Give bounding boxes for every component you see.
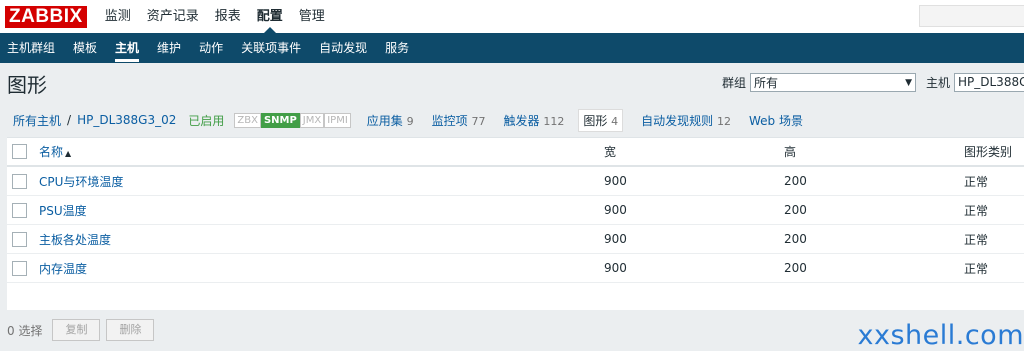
page-header: 图形 群组 所有 ▼ 主机 HP_DL388G3 <box>0 63 1024 103</box>
filters: 群组 所有 ▼ 主机 HP_DL388G3 <box>722 73 1024 92</box>
submenu-hosts[interactable]: 主机 <box>115 33 149 63</box>
copy-button[interactable]: 复制 <box>52 319 101 341</box>
badge-ipmi: IPMI <box>324 112 351 128</box>
table-row: 主板各处温度 900 200 正常 <box>7 225 1024 254</box>
row-checkbox[interactable] <box>12 173 27 189</box>
breadcrumb-host[interactable]: HP_DL388G3_02 <box>77 113 176 127</box>
menu-administration[interactable]: 管理 <box>291 0 333 33</box>
table-header: 名称 ▲ 宽 高 图形类别 <box>7 138 1024 167</box>
graph-type: 正常 <box>964 203 989 218</box>
status-enabled[interactable]: 已启用 <box>188 112 224 129</box>
tab-discovery-rules[interactable]: 自动发现规则 12 <box>641 112 731 129</box>
graphs-table: 名称 ▲ 宽 高 图形类别 CPU与环境温度 900 200 正常 PSU温度 9… <box>7 137 1024 310</box>
main-menu: 监测 资产记录 报表 配置 管理 <box>97 0 333 33</box>
group-label: 群组 <box>721 76 746 90</box>
badge-zbx: ZBX <box>234 112 261 128</box>
graph-name-link[interactable]: CPU与环境温度 <box>39 173 123 190</box>
graph-height: 200 <box>784 203 807 217</box>
submenu-host-groups[interactable]: 主机群组 <box>7 33 65 63</box>
graph-width: 900 <box>604 261 627 275</box>
host-nav: 所有主机 / HP_DL388G3_02 已启用 ZBX SNMP JMX IP… <box>0 103 1024 137</box>
graph-type: 正常 <box>964 174 989 189</box>
graph-name-link[interactable]: 内存温度 <box>39 260 87 277</box>
table-row: 内存温度 900 200 正常 <box>7 254 1024 283</box>
chevron-down-icon: ▼ <box>905 77 912 88</box>
graph-width: 900 <box>604 174 627 188</box>
table-row: PSU温度 900 200 正常 <box>7 196 1024 225</box>
menu-inventory[interactable]: 资产记录 <box>139 0 207 33</box>
sort-asc-icon: ▲ <box>65 149 72 158</box>
select-all-checkbox[interactable] <box>12 144 27 159</box>
submenu-maintenance[interactable]: 维护 <box>157 33 191 63</box>
tab-web-scenarios[interactable]: Web 场景 <box>749 112 803 129</box>
menu-monitoring[interactable]: 监测 <box>97 0 139 33</box>
badge-jmx: JMX <box>299 112 325 128</box>
graph-height: 200 <box>784 232 807 246</box>
group-select-value: 所有 <box>753 76 778 90</box>
submenu-discovery[interactable]: 自动发现 <box>319 33 377 63</box>
column-width: 宽 <box>604 145 617 159</box>
group-select[interactable]: 所有 ▼ <box>749 73 916 92</box>
row-checkbox[interactable] <box>12 231 27 247</box>
breadcrumb-separator: / <box>67 113 72 127</box>
graph-height: 200 <box>784 261 807 275</box>
table-row: CPU与环境温度 900 200 正常 <box>7 167 1024 196</box>
graph-width: 900 <box>604 232 627 246</box>
top-bar: ZABBIX 监测 资产记录 报表 配置 管理 <box>0 0 1024 33</box>
badge-snmp: SNMP <box>260 112 300 128</box>
selected-count: 0 选择 <box>7 323 43 338</box>
host-select[interactable]: HP_DL388G3 <box>954 73 1024 92</box>
submenu-actions[interactable]: 动作 <box>199 33 233 63</box>
graph-name-link[interactable]: 主板各处温度 <box>39 231 111 248</box>
delete-button[interactable]: 删除 <box>106 319 155 341</box>
table-footer: 0 选择 复制 删除 <box>7 319 160 341</box>
graph-name-link[interactable]: PSU温度 <box>39 202 87 219</box>
submenu-templates[interactable]: 模板 <box>73 33 107 63</box>
tab-triggers[interactable]: 触发器 112 <box>503 112 564 129</box>
tab-applications[interactable]: 应用集 9 <box>367 112 414 129</box>
menu-configuration[interactable]: 配置 <box>249 0 291 33</box>
search-input[interactable] <box>919 5 1024 27</box>
page-title: 图形 <box>7 72 47 97</box>
column-height: 高 <box>784 145 797 159</box>
graph-height: 200 <box>784 174 807 188</box>
graph-type: 正常 <box>964 261 989 276</box>
host-label: 主机 <box>925 76 950 90</box>
watermark: xxshell.com <box>857 320 1024 351</box>
column-graph-type[interactable]: 图形类别 <box>964 143 1012 160</box>
row-checkbox[interactable] <box>12 260 27 276</box>
tab-items[interactable]: 监控项 77 <box>432 112 486 129</box>
breadcrumb-all-hosts[interactable]: 所有主机 <box>13 112 61 129</box>
menu-reports[interactable]: 报表 <box>207 0 249 33</box>
availability-badges: ZBX SNMP JMX IPMI <box>234 112 351 128</box>
sub-menu: 主机群组 模板 主机 维护 动作 关联项事件 自动发现 服务 <box>0 33 1024 63</box>
zabbix-logo[interactable]: ZABBIX <box>5 5 87 28</box>
column-name[interactable]: 名称 ▲ <box>39 143 71 160</box>
tab-graphs[interactable]: 图形 4 <box>578 108 624 132</box>
graph-width: 900 <box>604 203 627 217</box>
submenu-event-correlation[interactable]: 关联项事件 <box>241 33 311 63</box>
row-checkbox[interactable] <box>12 202 27 218</box>
submenu-services[interactable]: 服务 <box>385 33 419 63</box>
graph-type: 正常 <box>964 232 989 247</box>
